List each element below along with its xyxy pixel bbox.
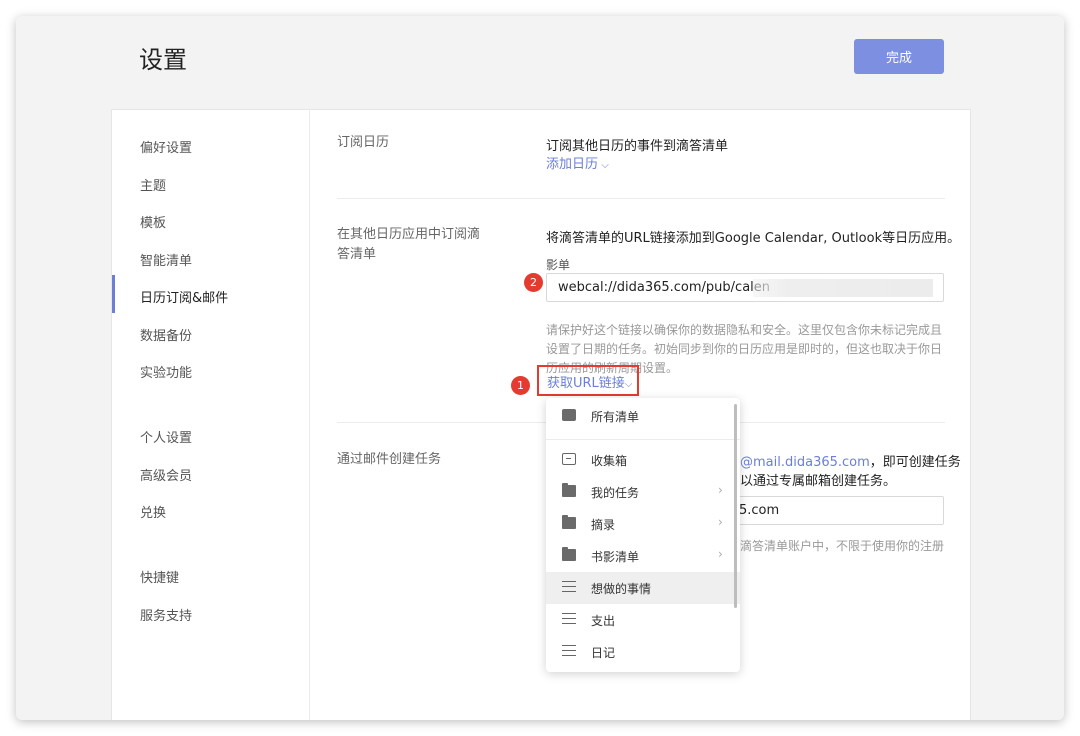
- folder-icon: [562, 515, 576, 529]
- inbox-icon: [562, 453, 576, 465]
- chevron-down-icon: ⌵: [598, 160, 609, 171]
- sidebar-item-redeem[interactable]: 兑换: [140, 502, 166, 521]
- get-url-label: 获取URL链接: [547, 376, 625, 391]
- dropdown-item-label: 日记: [591, 646, 616, 660]
- chevron-right-icon: ›: [718, 515, 723, 529]
- dropdown-separator: [546, 439, 740, 440]
- annotation-badge-2: 2: [524, 273, 543, 292]
- redaction-blur: [753, 279, 933, 297]
- email-desc-line1: @mail.dida365.com，即可创建任务: [740, 451, 961, 470]
- settings-sidebar: 偏好设置 主题 模板 智能清单 日历订阅&邮件 数据备份 实验功能 个人设置 高…: [112, 110, 310, 720]
- sidebar-item-support[interactable]: 服务支持: [140, 605, 192, 624]
- folder-icon: [562, 547, 576, 561]
- calendar-field-label: 影单: [546, 258, 571, 272]
- sidebar-item-smart-lists[interactable]: 智能清单: [140, 250, 192, 269]
- divider: [337, 198, 945, 199]
- sidebar-item-shortcuts[interactable]: 快捷键: [140, 567, 179, 586]
- chevron-right-icon: ›: [718, 547, 723, 561]
- sidebar-item-labs[interactable]: 实验功能: [140, 362, 192, 381]
- active-indicator: [112, 275, 115, 313]
- dropdown-scrollbar[interactable]: [734, 404, 737, 608]
- calendar-url-field[interactable]: webcal://dida365.com/pub/calen: [546, 273, 944, 302]
- sidebar-item-templates[interactable]: 模板: [140, 212, 166, 231]
- calendar-url-value: webcal://dida365.com/pub/calen: [558, 280, 771, 295]
- dropdown-item-label: 摘录: [591, 518, 616, 532]
- stack-icon: [562, 409, 576, 421]
- dropdown-item-excerpts[interactable]: 摘录 ›: [546, 508, 740, 540]
- email-address-suffix: @mail.dida365.com: [740, 455, 870, 470]
- email-desc-end: ，即可创建任务: [869, 455, 961, 470]
- sidebar-item-premium[interactable]: 高级会员: [140, 465, 192, 484]
- list-icon: [562, 613, 576, 624]
- sidebar-item-theme[interactable]: 主题: [140, 175, 166, 194]
- get-url-link[interactable]: 获取URL链接⌵: [537, 365, 639, 396]
- settings-card: 偏好设置 主题 模板 智能清单 日历订阅&邮件 数据备份 实验功能 个人设置 高…: [111, 109, 971, 720]
- dropdown-item-things-to-do[interactable]: 想做的事情: [546, 572, 740, 604]
- dropdown-item-label: 书影清单: [591, 550, 640, 564]
- export-label: 在其他日历应用中订阅滴答清单: [337, 227, 481, 262]
- sidebar-item-backup[interactable]: 数据备份: [140, 325, 192, 344]
- dropdown-item-books-movies[interactable]: 书影清单 ›: [546, 540, 740, 572]
- export-desc: 将滴答清单的URL链接添加到Google Calendar, Outlook等日…: [546, 231, 961, 246]
- list-icon: [562, 581, 576, 592]
- dropdown-item-all-lists[interactable]: 所有清单: [546, 400, 740, 432]
- add-calendar-label: 添加日历: [546, 157, 599, 172]
- list-dropdown: 所有清单 收集箱 我的任务 › 摘录 › 书影清单 › 想做的事情 支出 日记: [546, 398, 740, 672]
- subscribe-desc: 订阅其他日历的事件到滴答清单: [546, 139, 729, 154]
- folder-icon: [562, 483, 576, 497]
- email-hint: 滴答清单账户中，不限于使用你的注册: [740, 539, 945, 553]
- settings-window: 设置 完成 偏好设置 主题 模板 智能清单 日历订阅&邮件 数据备份 实验功能 …: [16, 16, 1064, 720]
- sidebar-item-preferences[interactable]: 偏好设置: [140, 137, 192, 156]
- email-desc-line2: 以通过专属邮箱创建任务。: [740, 474, 897, 489]
- list-icon: [562, 645, 576, 656]
- dropdown-item-my-tasks[interactable]: 我的任务 ›: [546, 476, 740, 508]
- subscribe-label: 订阅日历: [337, 135, 390, 150]
- dropdown-item-diary[interactable]: 日记: [546, 636, 740, 668]
- dropdown-item-label: 所有清单: [591, 410, 640, 424]
- dropdown-item-inbox[interactable]: 收集箱: [546, 444, 740, 476]
- chevron-right-icon: ›: [718, 483, 723, 497]
- sidebar-item-calendar-email[interactable]: 日历订阅&邮件: [140, 287, 228, 306]
- email-label: 通过邮件创建任务: [337, 452, 442, 467]
- dropdown-item-label: 支出: [591, 614, 616, 628]
- annotation-badge-1: 1: [511, 376, 530, 395]
- sidebar-item-account[interactable]: 个人设置: [140, 427, 192, 446]
- dropdown-item-expenses[interactable]: 支出: [546, 604, 740, 636]
- dropdown-item-label: 想做的事情: [591, 582, 652, 596]
- chevron-down-icon: ⌵: [624, 379, 633, 390]
- dropdown-item-label: 我的任务: [591, 486, 640, 500]
- add-calendar-link[interactable]: 添加日历 ⌵: [546, 153, 609, 172]
- dropdown-item-label: 收集箱: [591, 454, 628, 468]
- page-title: 设置: [139, 46, 187, 74]
- done-button[interactable]: 完成: [854, 39, 944, 74]
